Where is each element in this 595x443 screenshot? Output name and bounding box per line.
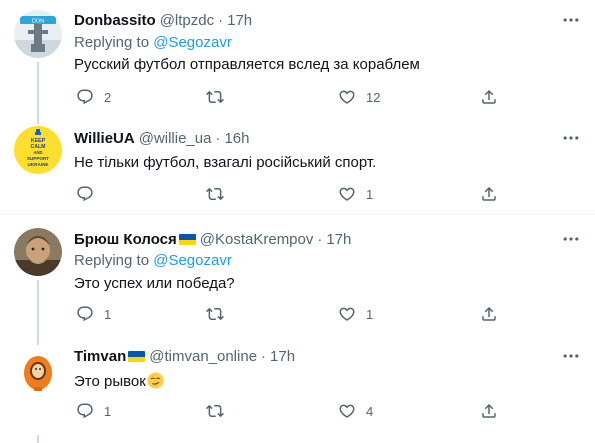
timestamp[interactable]: 17h bbox=[326, 231, 351, 248]
thread-line bbox=[37, 335, 39, 345]
separator-dot: · bbox=[261, 348, 267, 365]
tweet-text: Русский футбол отправляется вслед за кор… bbox=[74, 56, 420, 73]
like-button[interactable]: 1 bbox=[338, 304, 373, 324]
share-icon bbox=[480, 402, 498, 420]
reply-button[interactable]: 1 bbox=[76, 304, 111, 324]
username[interactable]: @KostaKrempov bbox=[200, 231, 314, 248]
display-name[interactable]: WillieUA bbox=[74, 130, 135, 147]
like-count: 1 bbox=[366, 306, 374, 322]
timestamp[interactable]: 17h bbox=[227, 12, 252, 29]
timestamp[interactable]: 16h bbox=[224, 130, 249, 147]
svg-text:DON: DON bbox=[32, 18, 44, 24]
like-icon bbox=[338, 305, 356, 323]
share-button[interactable] bbox=[480, 87, 498, 107]
more-icon[interactable] bbox=[561, 346, 581, 366]
reply-button[interactable]: 1 bbox=[76, 401, 111, 421]
reply-icon bbox=[76, 88, 94, 106]
tweet-actions: 1 bbox=[74, 184, 504, 204]
tweet-text: Не тільки футбол, взагалі російський спо… bbox=[74, 154, 377, 171]
more-icon[interactable] bbox=[561, 229, 581, 249]
retweet-icon bbox=[206, 185, 224, 203]
replying-to-link[interactable]: @Segozavr bbox=[153, 34, 232, 51]
tweet-willieua[interactable]: KEEP CALM AND SUPPORT UKRAINE WillieUA @… bbox=[0, 114, 595, 214]
share-button[interactable] bbox=[480, 304, 498, 324]
share-button[interactable] bbox=[480, 184, 498, 204]
share-icon bbox=[480, 305, 498, 323]
tweet-text-content: Это рывок bbox=[74, 373, 146, 390]
avatar[interactable] bbox=[14, 228, 62, 276]
reply-icon bbox=[76, 402, 94, 420]
like-count: 1 bbox=[366, 186, 374, 202]
reply-count: 2 bbox=[104, 89, 112, 105]
share-icon bbox=[480, 185, 498, 203]
svg-text:AND: AND bbox=[33, 150, 42, 155]
replying-to: Replying to @Segozavr bbox=[74, 34, 232, 51]
separator-dot: · bbox=[317, 231, 323, 248]
thread-line bbox=[37, 435, 39, 443]
reply-button[interactable] bbox=[76, 184, 104, 204]
thread-line bbox=[37, 114, 39, 124]
tweet-actions: 2 12 bbox=[74, 87, 504, 107]
tweet-actions: 1 1 bbox=[74, 304, 504, 324]
svg-text:SUPPORT: SUPPORT bbox=[27, 156, 49, 161]
like-icon bbox=[338, 185, 356, 203]
avatar[interactable]: KEEP CALM AND SUPPORT UKRAINE bbox=[14, 126, 62, 174]
thread-line bbox=[37, 62, 39, 114]
tweet-header: WillieUA @willie_ua · 16h bbox=[74, 130, 250, 147]
like-button[interactable]: 1 bbox=[338, 184, 373, 204]
reply-count: 1 bbox=[104, 306, 112, 322]
replying-prefix: Replying to bbox=[74, 252, 154, 269]
retweet-icon bbox=[206, 305, 224, 323]
more-icon[interactable] bbox=[561, 128, 581, 148]
like-count: 12 bbox=[366, 89, 381, 105]
reply-icon bbox=[76, 185, 94, 203]
username[interactable]: @timvan_online bbox=[149, 348, 257, 365]
reply-icon bbox=[76, 305, 94, 323]
like-button[interactable]: 12 bbox=[338, 87, 380, 107]
retweet-icon bbox=[206, 402, 224, 420]
like-button[interactable]: 4 bbox=[338, 401, 373, 421]
reply-count: 1 bbox=[104, 403, 112, 419]
tweet-timvan[interactable]: Timvan @timvan_online · 17h Это рывок 1 … bbox=[0, 335, 595, 443]
thread-line bbox=[37, 280, 39, 335]
replying-to: Replying to @Segozavr bbox=[74, 252, 232, 269]
replying-to-link[interactable]: @Segozavr bbox=[153, 252, 232, 269]
like-icon bbox=[338, 402, 356, 420]
more-icon[interactable] bbox=[561, 10, 581, 30]
like-icon bbox=[338, 88, 356, 106]
tweet-header: Donbassito @ltpzdc · 17h bbox=[74, 12, 252, 29]
display-name[interactable]: Timvan bbox=[74, 348, 126, 365]
tweet-text: Это рывок bbox=[74, 372, 164, 390]
replying-prefix: Replying to bbox=[74, 34, 154, 51]
tweet-donbassito[interactable]: DON Donbassito @ltpzdc · 17h Replying to… bbox=[0, 0, 595, 114]
retweet-button[interactable] bbox=[206, 184, 234, 204]
display-name[interactable]: Брюш Колося bbox=[74, 231, 177, 248]
tweet-text: Это успех или победа? bbox=[74, 275, 235, 292]
avatar[interactable]: DON bbox=[14, 10, 62, 58]
share-icon bbox=[480, 88, 498, 106]
flag-ukraine-icon bbox=[178, 234, 196, 245]
retweet-button[interactable] bbox=[206, 401, 234, 421]
retweet-icon bbox=[206, 88, 224, 106]
display-name[interactable]: Donbassito bbox=[74, 12, 156, 29]
retweet-button[interactable] bbox=[206, 304, 234, 324]
tweet-header: Timvan @timvan_online · 17h bbox=[74, 348, 295, 365]
like-count: 4 bbox=[366, 403, 374, 419]
tweet-actions: 1 4 bbox=[74, 401, 504, 421]
flag-ukraine-icon bbox=[128, 351, 146, 362]
separator-dot: · bbox=[218, 12, 224, 29]
retweet-button[interactable] bbox=[206, 87, 234, 107]
smirk-emoji-icon bbox=[147, 372, 164, 389]
username[interactable]: @willie_ua bbox=[139, 130, 212, 147]
avatar[interactable] bbox=[14, 347, 62, 395]
tweet-bryush-kolosya[interactable]: Брюш Колося @KostaKrempov · 17h Replying… bbox=[0, 215, 595, 335]
share-button[interactable] bbox=[480, 401, 498, 421]
reply-button[interactable]: 2 bbox=[76, 87, 111, 107]
username[interactable]: @ltpzdc bbox=[160, 12, 214, 29]
tweet-header: Брюш Колося @KostaKrempov · 17h bbox=[74, 231, 351, 248]
svg-text:UKRAINE: UKRAINE bbox=[28, 162, 49, 167]
separator-dot: · bbox=[215, 130, 221, 147]
timestamp[interactable]: 17h bbox=[270, 348, 295, 365]
